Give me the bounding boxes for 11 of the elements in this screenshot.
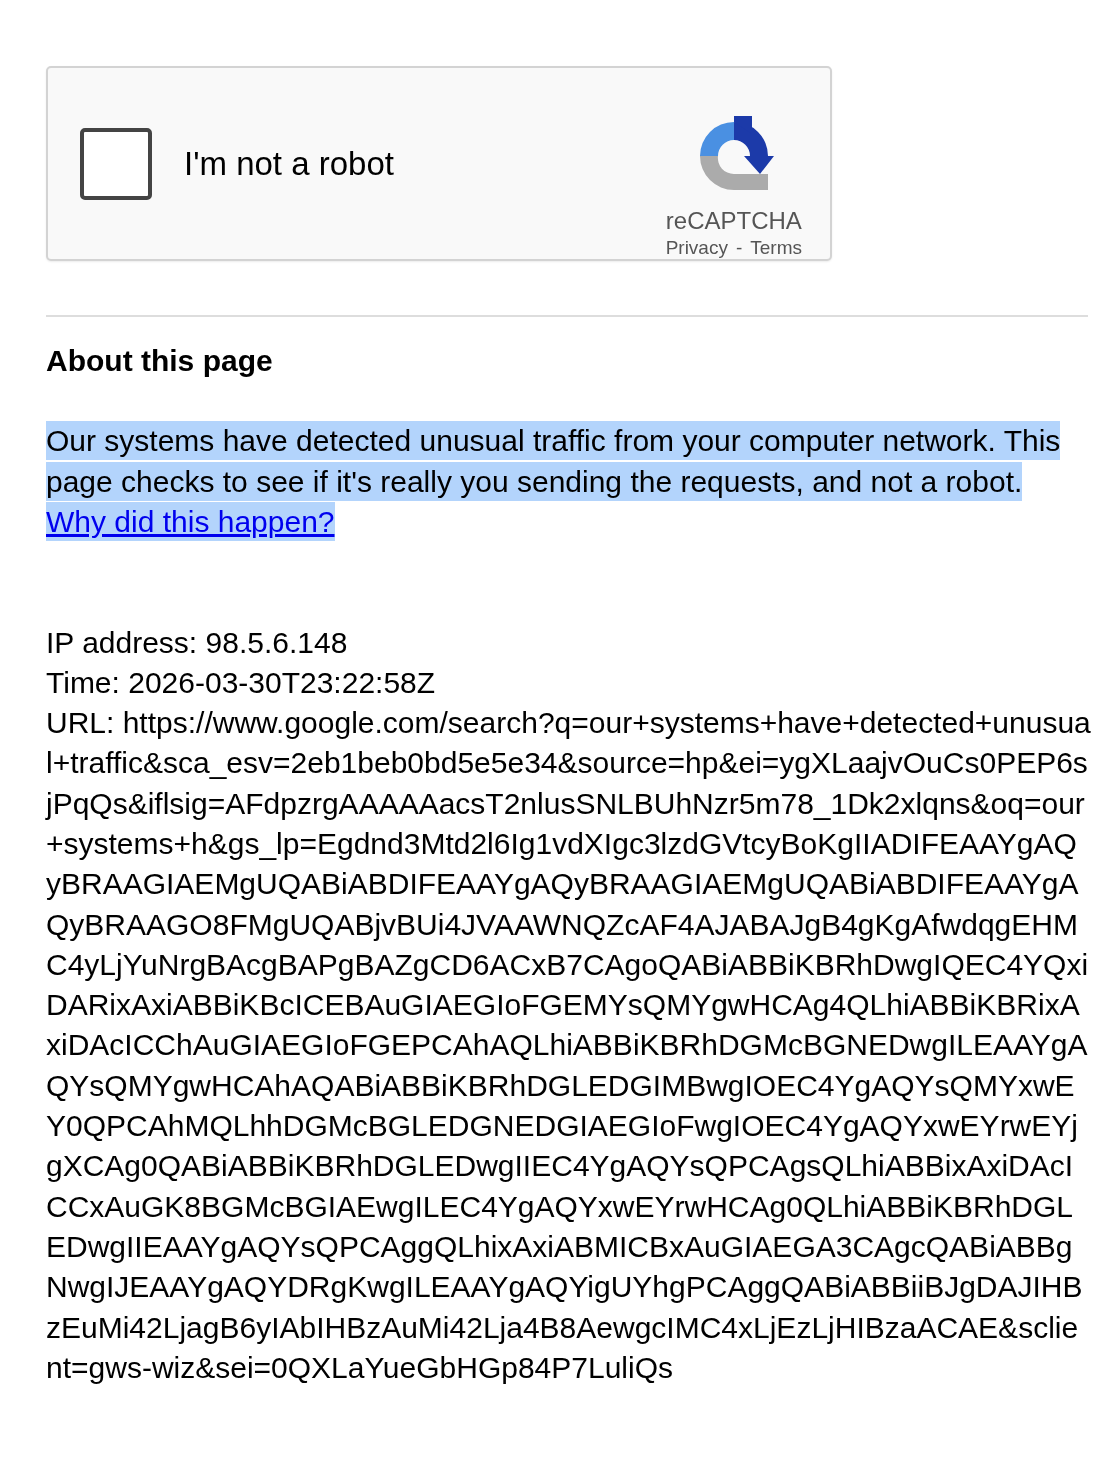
footer-link[interactable]: Terms [750,234,802,263]
detail-line: URL: https://www.google.com/search?q=our+systems+have+detected+unusual+traffic&sca_esv=2eb1beb0bd5e5e34&source=hp&ei=ygXLaajvOuCs0PEP6sjPqQs&iflsig=AFdpzrgAAAAAacsT2nlusSNLBUhNzr5m78_1Dk2xlqns&oq=our+systems+h&gs_lp=Egdnd3Mtd2l6Ig1vdXIgc3lzdGVtcyBoKgIIADIFEAAYgAQyBRAAGIAEMgUQABiABDIFEAAYgAQyBRAAGIAEMgUQABiABDIFEAAYgAQyBRAAGO8FMgUQABjvBUi4JVAAWNQZcAF4AJABAJgB4gKgAfwdqgEHMC4yLjYuNrgBAcgBAPgBAZgCD6ACxB7CAgoQABiABBiKBRhDwgIQEC4YQxiDARixAxiABBiKBcICEBAuGIAEGIoFGEMYsQMYgwHCAg4QLhiABBiKBRixAxiDAcICChAuGIAEGIoFGEPCAhAQLhiABBiKBRhDGMcBGNEDwgILEAAYgAQYsQMYgwHCAhAQABiABBiKBRhDGLEDGIMBwgIOEC4YgAQYsQMYxwEY0QPCAhMQLhhDGMcBGLEDGNEDGIAEGIoFwgIOEC4YgAQYxwEYrwEYjgXCAg0QABiABBiKBRhDGLEDwgIIEC4YgAQYsQPCAgsQLhiABBixAxiDAcICCxAuGK8BGMcBGIAEwgILEC4YgAQYxwEYrwHCAg0QLhiABBiKBRhDGLEDwgIIEAAYgAQYsQPCAggQLhixAxiABMICBxAuGIAEGA3CAgcQABiABBgNwgIJEAAYgAQYDRgKwgILEAAYgAQYigUYhgPCAggQABiABBiiBJgDAJIHBzEuMi42LjagB6yIAbIHBzAuMi42Lja4B8AewgcIMC4xLjEzLjHIBzaACAE&sclient=gws-wiz&sei=0QXLaYueGbHGp84P7LuliQs [46,705,1091,1386]
footer-link[interactable]: Privacy [665,234,728,263]
checkbox[interactable] [80,127,152,200]
help-link[interactable]: Why did this happen? [46,502,335,541]
checkbox-label: I'm not a robot [184,143,394,184]
detail-line: Time: 2026-03-30T23:22:58Z [46,664,437,701]
brand-text: reCAPTCHA [665,208,802,235]
section-heading: About this page [46,343,274,379]
detail-line: IP address: 98.5.6.148 [46,624,349,661]
separator-text: - [735,236,743,261]
